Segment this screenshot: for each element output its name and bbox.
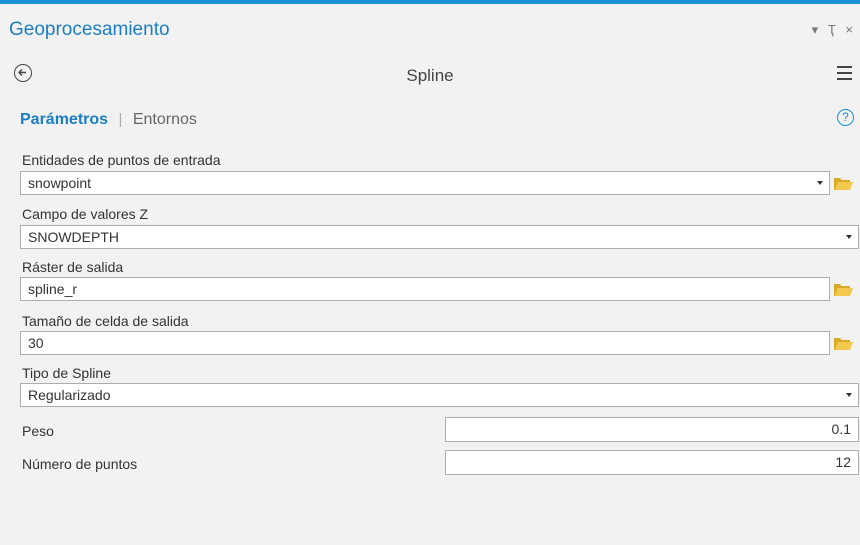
z-field-select[interactable]: SNOWDEPTH (20, 225, 859, 249)
chevron-down-icon[interactable] (846, 235, 852, 239)
spline-type-value: Regularizado (28, 387, 111, 403)
output-raster-value: spline_r (28, 281, 78, 297)
spline-type-label: Tipo de Spline (22, 365, 111, 381)
num-points-input[interactable]: 12 (445, 450, 859, 475)
chevron-down-icon[interactable] (817, 181, 823, 185)
tab-separator: | (118, 111, 123, 128)
output-raster-label: Ráster de salida (22, 259, 124, 275)
output-raster-input[interactable]: spline_r (20, 277, 830, 301)
folder-icon[interactable] (834, 337, 853, 350)
pane-controls: ▾ Ҭ × (812, 22, 856, 38)
input-points-value: snowpoint (28, 175, 92, 191)
tab-parametros[interactable]: Parámetros (20, 111, 108, 128)
input-points-select[interactable]: snowpoint (20, 171, 830, 195)
panel-titlebar: Geoprocesamiento ▾ Ҭ × (0, 4, 860, 44)
pin-icon[interactable]: Ҭ (828, 22, 839, 37)
z-field-value: SNOWDEPTH (28, 229, 119, 245)
weight-label: Peso (22, 423, 54, 439)
cell-size-label: Tamaño de celda de salida (22, 313, 189, 329)
cell-size-input[interactable]: 30 (20, 331, 830, 355)
folder-icon[interactable] (834, 283, 853, 296)
panel-title: Geoprocesamiento (9, 19, 170, 40)
chevron-down-icon[interactable] (846, 393, 852, 397)
spline-type-select[interactable]: Regularizado (20, 383, 859, 407)
input-points-label: Entidades de puntos de entrada (22, 152, 221, 168)
pane-options-icon[interactable]: ▾ (812, 22, 822, 38)
tool-title: Spline (406, 66, 454, 85)
close-icon[interactable]: × (845, 22, 856, 37)
tab-entornos[interactable]: Entornos (133, 111, 197, 128)
folder-icon[interactable] (834, 177, 853, 190)
menu-icon[interactable] (837, 66, 852, 80)
tool-header: Spline (0, 56, 860, 92)
help-icon[interactable]: ? (837, 109, 854, 126)
num-points-label: Número de puntos (22, 456, 138, 472)
weight-input[interactable]: 0.1 (445, 417, 859, 442)
parameter-tabs: Parámetros | Entornos (20, 111, 197, 129)
cell-size-value: 30 (28, 335, 44, 351)
z-field-label: Campo de valores Z (22, 206, 149, 222)
